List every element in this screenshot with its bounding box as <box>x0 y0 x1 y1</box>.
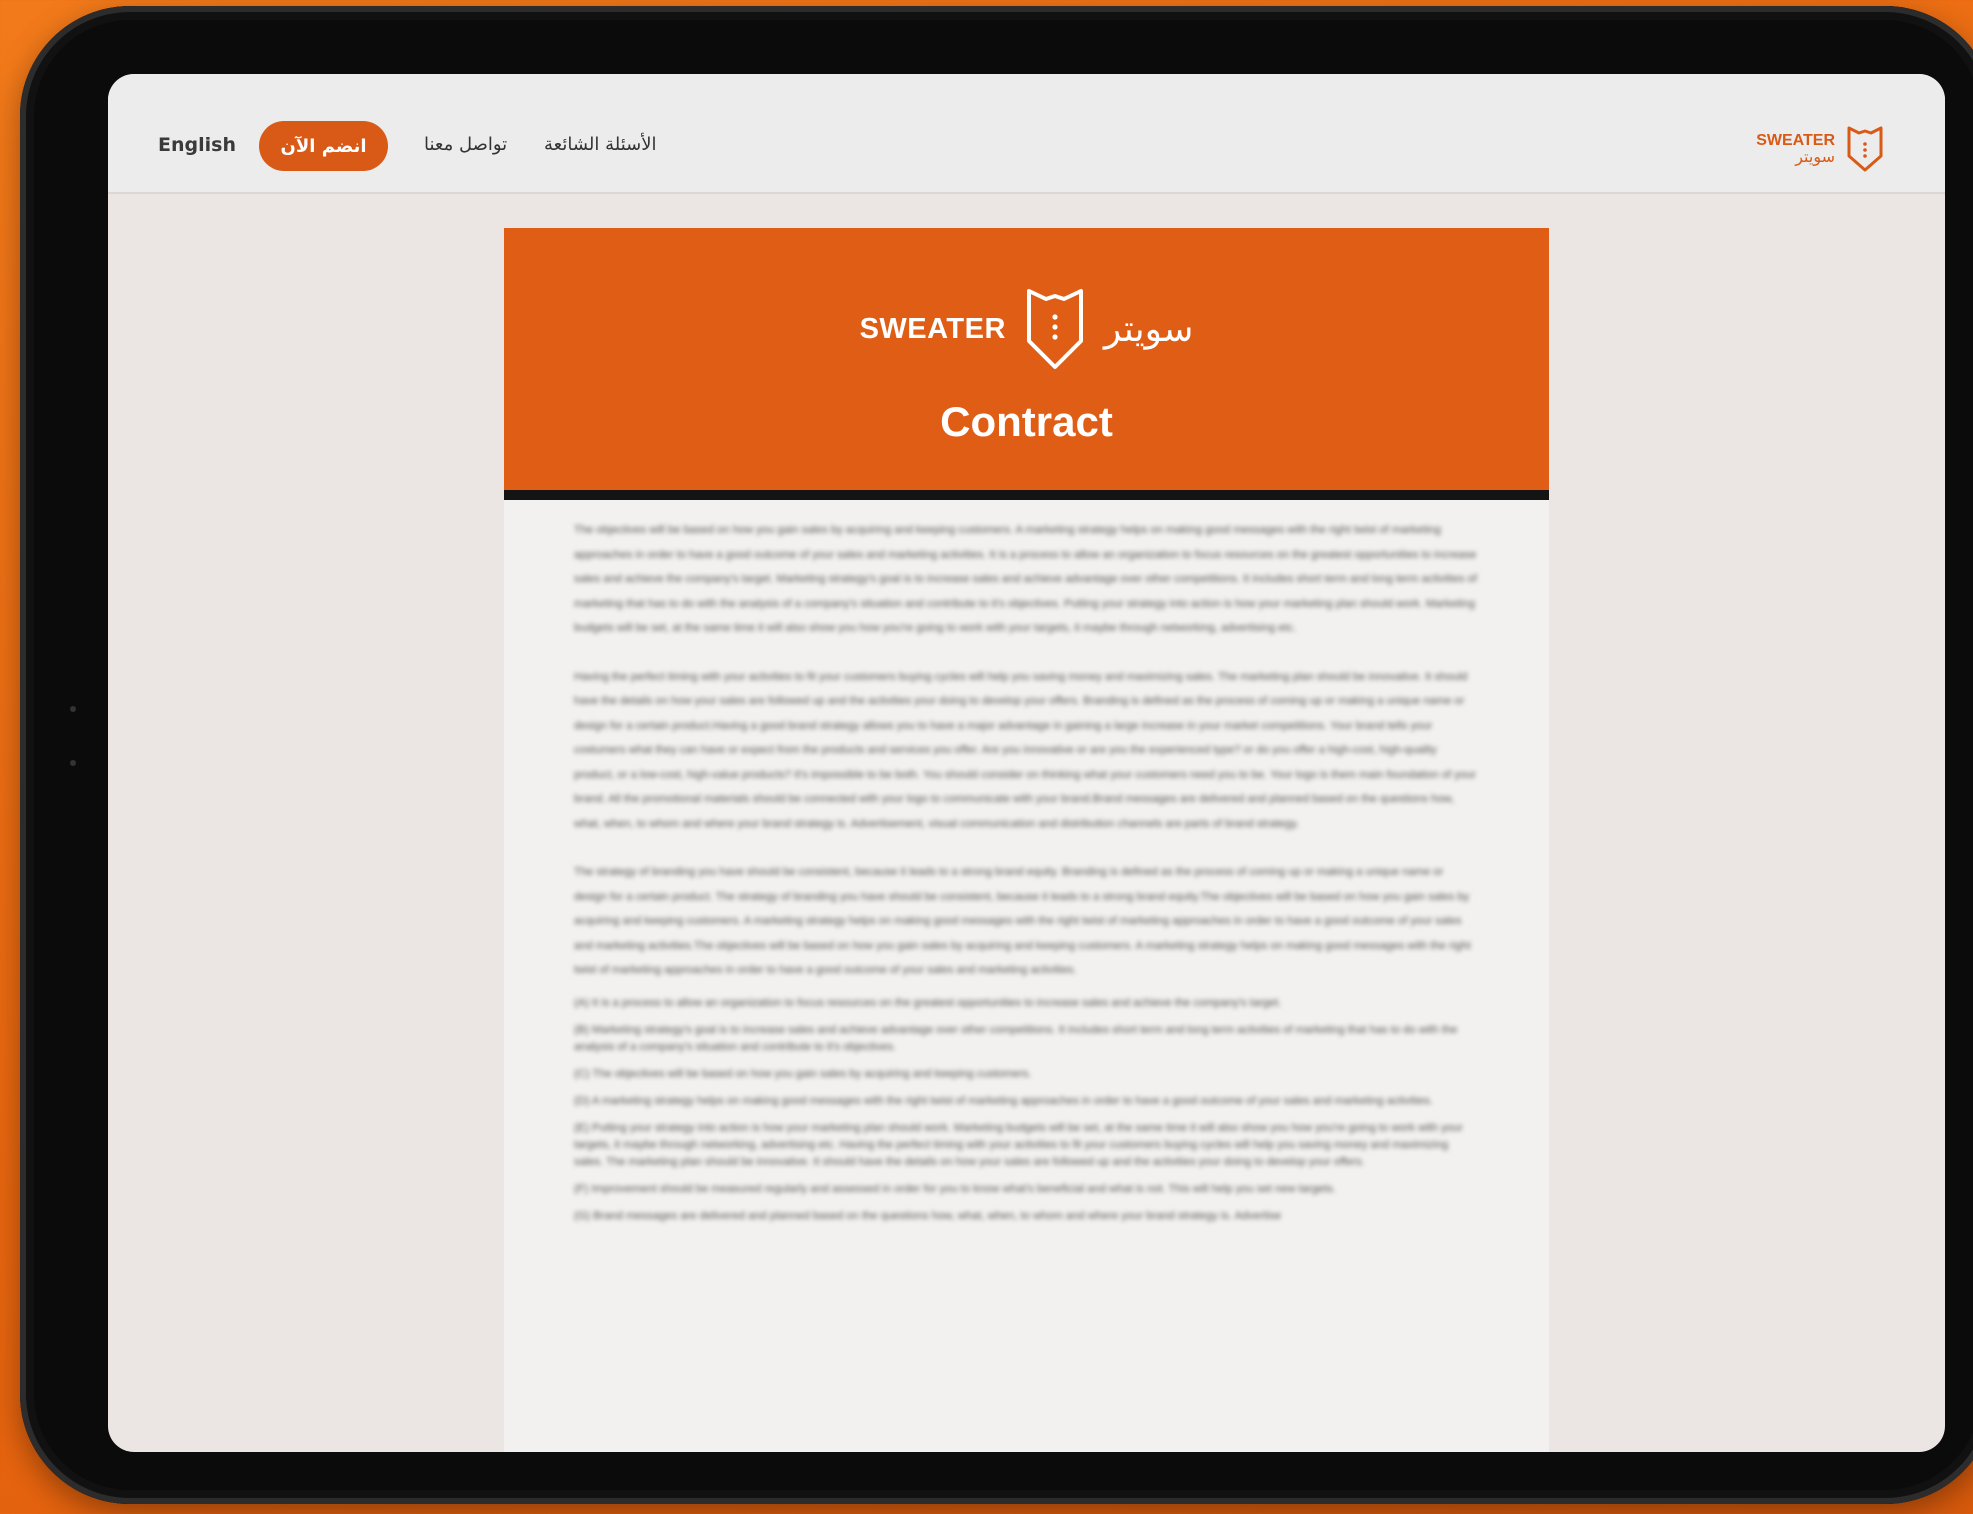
document-header: SWEATER سويتر Contract <box>504 228 1549 500</box>
sensor-dot <box>70 760 76 766</box>
sensor-dot <box>70 706 76 712</box>
document-paragraph: Having the perfect timing with your acti… <box>574 670 1477 830</box>
top-navigation-bar: English انضم الآن تواصل معنا الأسئلة الش… <box>108 74 1945 194</box>
document-paragraph: The strategy of branding you have should… <box>574 866 1471 976</box>
document-title: Contract <box>940 398 1113 445</box>
sweater-logo-icon <box>1026 289 1083 369</box>
join-now-button[interactable]: انضم الآن <box>259 121 388 171</box>
language-toggle[interactable]: English <box>158 134 236 156</box>
tablet-screen: English انضم الآن تواصل معنا الأسئلة الش… <box>108 74 1945 1452</box>
clause-item: (A) It is a process to allow an organiza… <box>574 996 1282 1009</box>
brand-name-ar: سويتر <box>1795 147 1835 166</box>
tablet-frame: English انضم الآن تواصل معنا الأسئلة الش… <box>20 6 1973 1504</box>
clause-item: (E) Putting your strategy into action is… <box>574 1121 1463 1168</box>
clause-item: (G) Brand messages are delivered and pla… <box>574 1209 1282 1222</box>
clause-item: (C) The objectives will be based on how … <box>574 1067 1032 1080</box>
contract-document: SWEATER سويتر Contract The objectives wi… <box>504 228 1549 1452</box>
document-logo: SWEATER سويتر <box>504 283 1549 375</box>
sweater-logo-icon <box>1847 126 1883 172</box>
clause-item: (B) Marketing strategy's goal is to incr… <box>574 1023 1458 1053</box>
brand-wordmark: SWEATER سويتر <box>1756 133 1835 165</box>
document-body: The objectives will be based on how you … <box>574 518 1479 1235</box>
logo-name-en: SWEATER <box>859 312 1006 345</box>
document-paragraph: The objectives will be based on how you … <box>574 524 1477 634</box>
faq-link[interactable]: الأسئلة الشائعة <box>544 134 656 155</box>
clause-item: (D) A marketing strategy helps on making… <box>574 1094 1433 1107</box>
brand-logo[interactable]: SWEATER سويتر <box>1756 124 1885 174</box>
contact-us-link[interactable]: تواصل معنا <box>424 134 507 155</box>
clause-item: (F) Improvement should be measured regul… <box>574 1182 1336 1195</box>
logo-name-ar: سويتر <box>1103 308 1194 350</box>
